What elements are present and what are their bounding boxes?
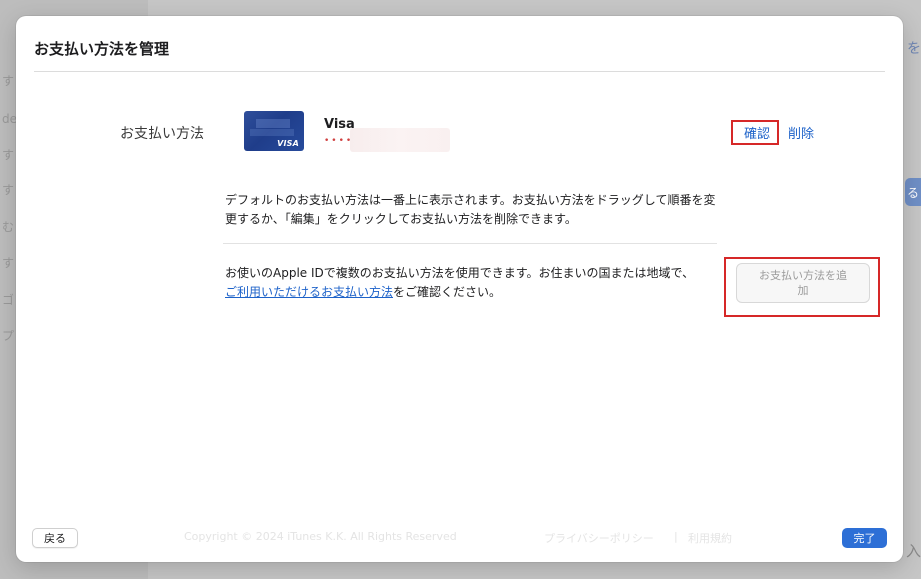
visa-logo-text: VISA: [277, 139, 299, 148]
title-divider: [34, 71, 885, 72]
multiple-payment-info: お使いのApple IDで複数のお支払い方法を使用できます。お住まいの国または地…: [225, 264, 715, 302]
multiple-payment-text-end: をご確認ください。: [393, 285, 502, 299]
background-sidebar-text: de: [2, 112, 17, 126]
background-sidebar-text: す: [2, 74, 15, 88]
add-highlight-box: [724, 257, 880, 317]
available-payment-methods-link[interactable]: ご利用いただけるお支払い方法: [225, 285, 393, 299]
footer-terms-link: 利用規約: [688, 532, 732, 545]
background-sidebar-text: ゴ: [2, 293, 15, 307]
card-masked-number: ••••: [324, 136, 354, 146]
background-sidebar-text: す: [2, 183, 15, 197]
background-bottom-text: 入: [905, 542, 921, 560]
background-heading-text: を: [907, 41, 921, 57]
section-divider: [223, 243, 717, 244]
background-sidebar-text: む: [2, 220, 15, 234]
footer-separator: |: [674, 530, 678, 543]
multiple-payment-text: お使いのApple IDで複数のお支払い方法を使用できます。お住まいの国または地…: [225, 266, 695, 280]
manage-payment-dialog: お支払い方法を管理 お支払い方法 VISA Visa •••• 確認 削除 デフ…: [16, 16, 903, 562]
visa-card-icon: VISA: [244, 111, 304, 151]
footer-copyright: Copyright © 2024 iTunes K.K. All Rights …: [184, 530, 457, 543]
confirm-highlight-box: [731, 120, 779, 145]
footer-privacy-link: プライバシーポリシー: [544, 532, 654, 545]
redacted-card-number: [350, 128, 450, 152]
background-button: る: [905, 178, 921, 206]
background-sidebar-text: プ: [2, 329, 15, 343]
delete-link[interactable]: 削除: [788, 123, 814, 142]
background-sidebar-text: す: [2, 148, 15, 162]
default-payment-info: デフォルトのお支払い方法は一番上に表示されます。お支払い方法をドラッグして順番を…: [225, 193, 716, 226]
dialog-title: お支払い方法を管理: [34, 40, 170, 58]
payment-method-label: お支払い方法: [120, 126, 204, 142]
done-button[interactable]: 完了: [842, 528, 887, 548]
back-button[interactable]: 戻る: [32, 528, 78, 548]
background-sidebar-text: す: [2, 256, 15, 270]
